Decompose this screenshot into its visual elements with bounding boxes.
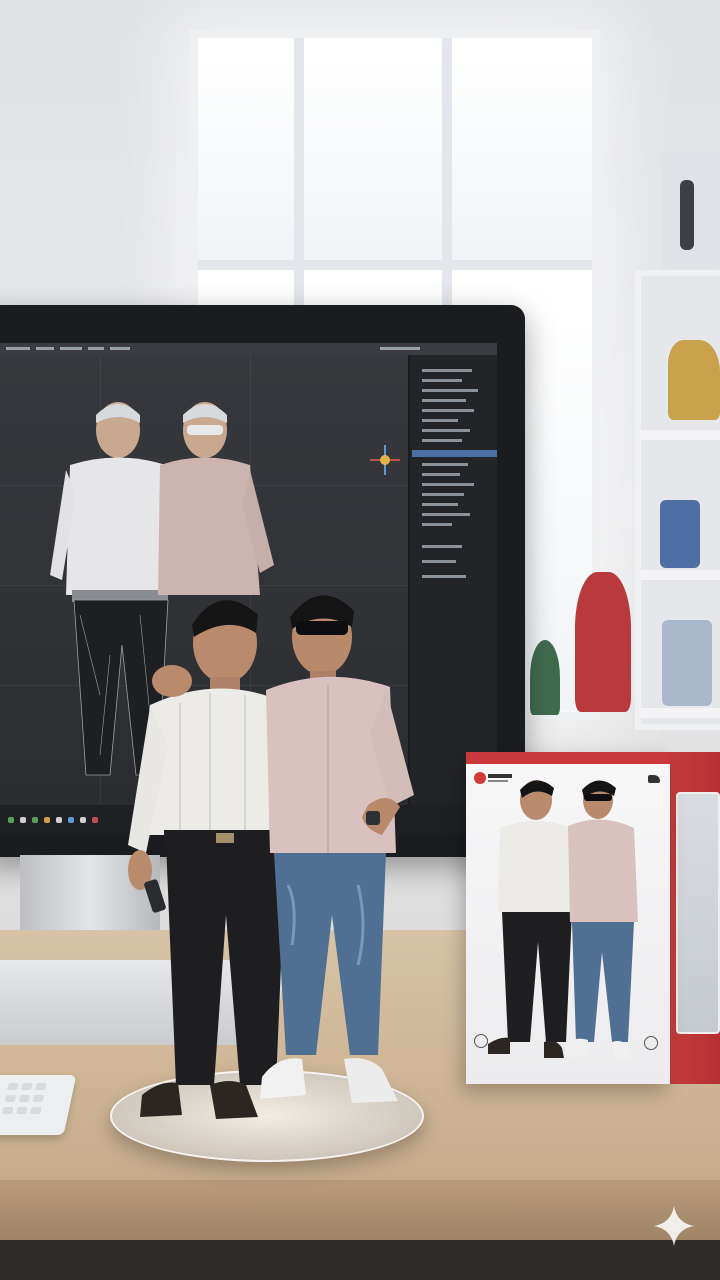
figurine-man-pink-shirt — [260, 595, 414, 1103]
desk-edge — [0, 1180, 720, 1240]
floor — [0, 1240, 720, 1280]
red-action-figure — [575, 572, 631, 712]
keyboard — [0, 1075, 77, 1135]
golden-dragon-figure — [668, 340, 720, 420]
shelf-board — [640, 708, 720, 718]
photo-scene — [0, 0, 720, 1280]
box-badge-icon — [644, 1036, 658, 1050]
sparkle-icon — [654, 1206, 694, 1246]
outliner-panel — [408, 355, 497, 805]
axis-gizmo-icon — [370, 445, 400, 475]
toy-figure — [662, 620, 712, 706]
box-print-figures — [488, 780, 638, 1060]
shelf-figure — [680, 180, 694, 250]
green-figure — [530, 640, 560, 715]
shelf-board — [640, 570, 720, 580]
app-menubar — [0, 343, 497, 355]
box-badge-icon — [474, 1034, 488, 1048]
shelf-board — [640, 430, 720, 440]
box-side-window — [676, 792, 720, 1034]
toy-figure — [660, 500, 700, 568]
